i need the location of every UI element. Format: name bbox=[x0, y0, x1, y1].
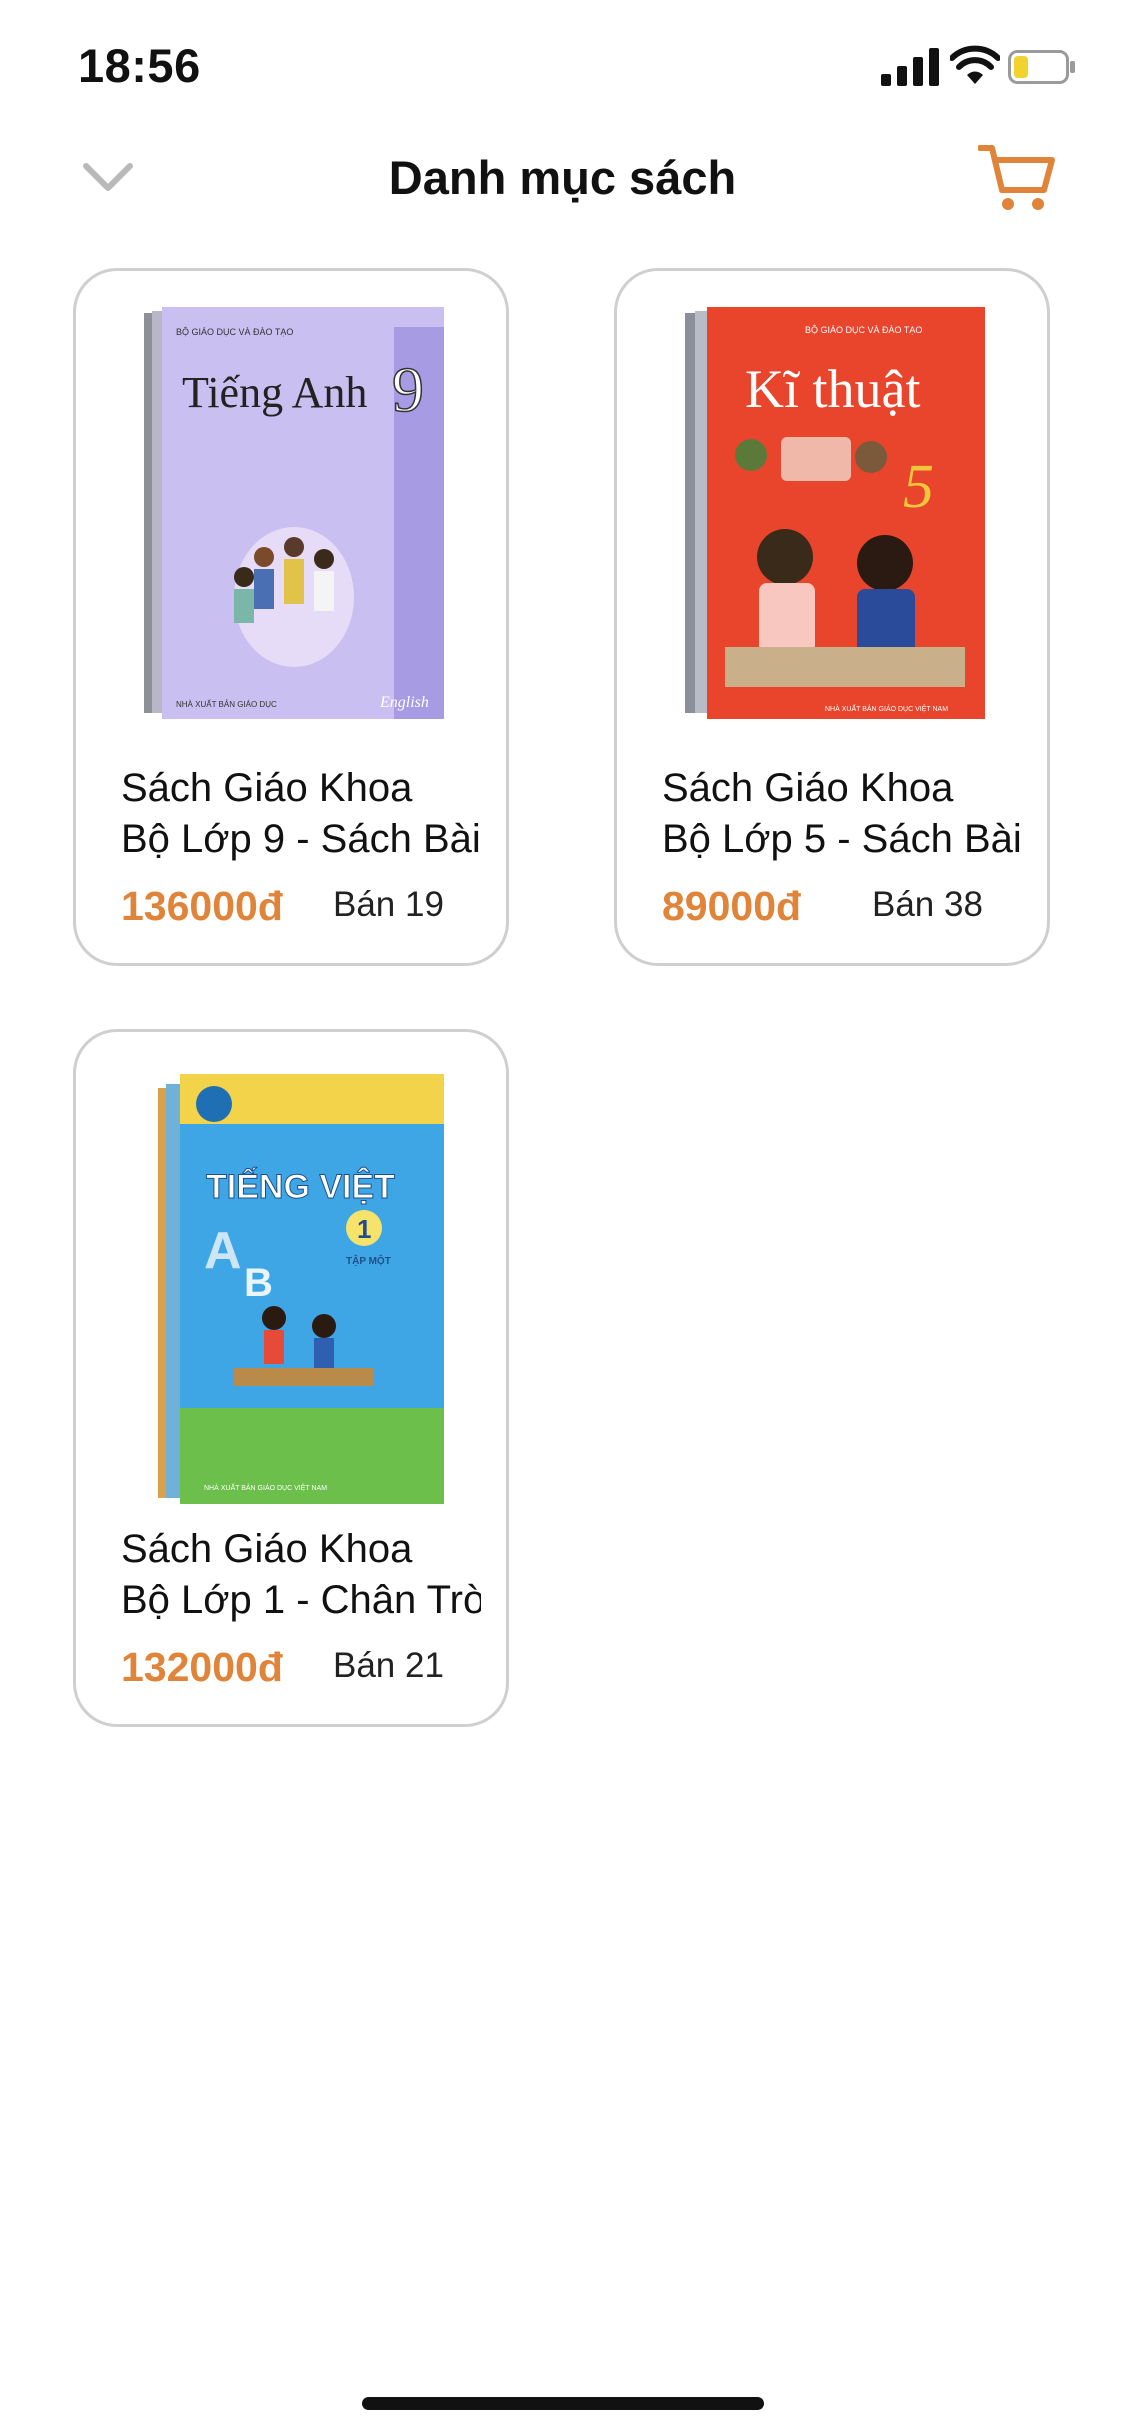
sold-count: Bán 19 bbox=[333, 885, 444, 924]
product-name-line1: Sách Giáo Khoa bbox=[662, 766, 954, 810]
product-price: 89000đ bbox=[662, 883, 802, 929]
home-indicator[interactable] bbox=[362, 2397, 764, 2410]
cover-publisher-bottom: NHÀ XUẤT BẢN GIÁO DỤC bbox=[176, 699, 277, 709]
cover-corner-text: English bbox=[379, 694, 429, 711]
product-name-line1: Sách Giáo Khoa bbox=[121, 1527, 413, 1571]
cover-title: TIẾNG VIỆT bbox=[206, 1168, 395, 1206]
sold-count: Bán 21 bbox=[333, 1646, 444, 1685]
product-name-line2: Bộ Lớp 1 - Chân Trời bbox=[121, 1578, 481, 1622]
product-card[interactable]: BỘ GIÁO DỤC VÀ ĐÀO TẠO Tiếng Anh 9 NHÀ X… bbox=[73, 268, 509, 966]
cart-icon[interactable] bbox=[978, 142, 1058, 214]
book-cover-image: BỘ GIÁO DỤC VÀ ĐÀO TẠO Kĩ thuật 5 NHÀ XU… bbox=[685, 307, 985, 719]
page-title: Danh mục sách bbox=[388, 151, 737, 204]
cover-number: 5 bbox=[903, 453, 934, 521]
cover-number: 1 bbox=[357, 1214, 371, 1244]
product-name-line2: Bộ Lớp 9 - Sách Bài bbox=[121, 817, 481, 861]
product-name: Sách Giáo Khoa Bộ Lớp 5 - Sách Bài bbox=[662, 763, 1022, 865]
cover-title: Tiếng Anh bbox=[182, 368, 367, 417]
cover-subtitle: TẬP MỘT bbox=[346, 1254, 391, 1267]
status-time: 18:56 bbox=[78, 39, 201, 92]
product-name-line2: Bộ Lớp 5 - Sách Bài bbox=[662, 817, 1022, 861]
product-card[interactable]: TIẾNG VIỆT 1 TẬP MỘT A B NHÀ XUẤT BẢN GI… bbox=[73, 1029, 509, 1727]
product-name-line1: Sách Giáo Khoa bbox=[121, 766, 413, 810]
product-price: 136000đ bbox=[121, 883, 283, 929]
battery-icon bbox=[1008, 50, 1075, 84]
cellular-signal-icon bbox=[881, 48, 939, 86]
cover-title: Kĩ thuật bbox=[745, 359, 920, 419]
book-cover-image: TIẾNG VIỆT 1 TẬP MỘT A B NHÀ XUẤT BẢN GI… bbox=[158, 1074, 444, 1504]
svg-text:B: B bbox=[244, 1261, 273, 1305]
cover-number: 9 bbox=[392, 354, 424, 425]
cover-publisher: BỘ GIÁO DỤC VÀ ĐÀO TẠO bbox=[805, 325, 922, 335]
wifi-icon bbox=[950, 45, 1000, 84]
product-price: 132000đ bbox=[121, 1644, 283, 1690]
product-name: Sách Giáo Khoa Bộ Lớp 9 - Sách Bài bbox=[121, 763, 481, 865]
product-card[interactable]: BỘ GIÁO DỤC VÀ ĐÀO TẠO Kĩ thuật 5 NHÀ XU… bbox=[614, 268, 1050, 966]
product-name: Sách Giáo Khoa Bộ Lớp 1 - Chân Trời bbox=[121, 1524, 481, 1626]
book-cover-image: BỘ GIÁO DỤC VÀ ĐÀO TẠO Tiếng Anh 9 NHÀ X… bbox=[144, 307, 444, 719]
cover-publisher: BỘ GIÁO DỤC VÀ ĐÀO TẠO bbox=[176, 327, 293, 337]
sold-count: Bán 38 bbox=[872, 885, 983, 924]
svg-text:A: A bbox=[204, 1222, 242, 1280]
